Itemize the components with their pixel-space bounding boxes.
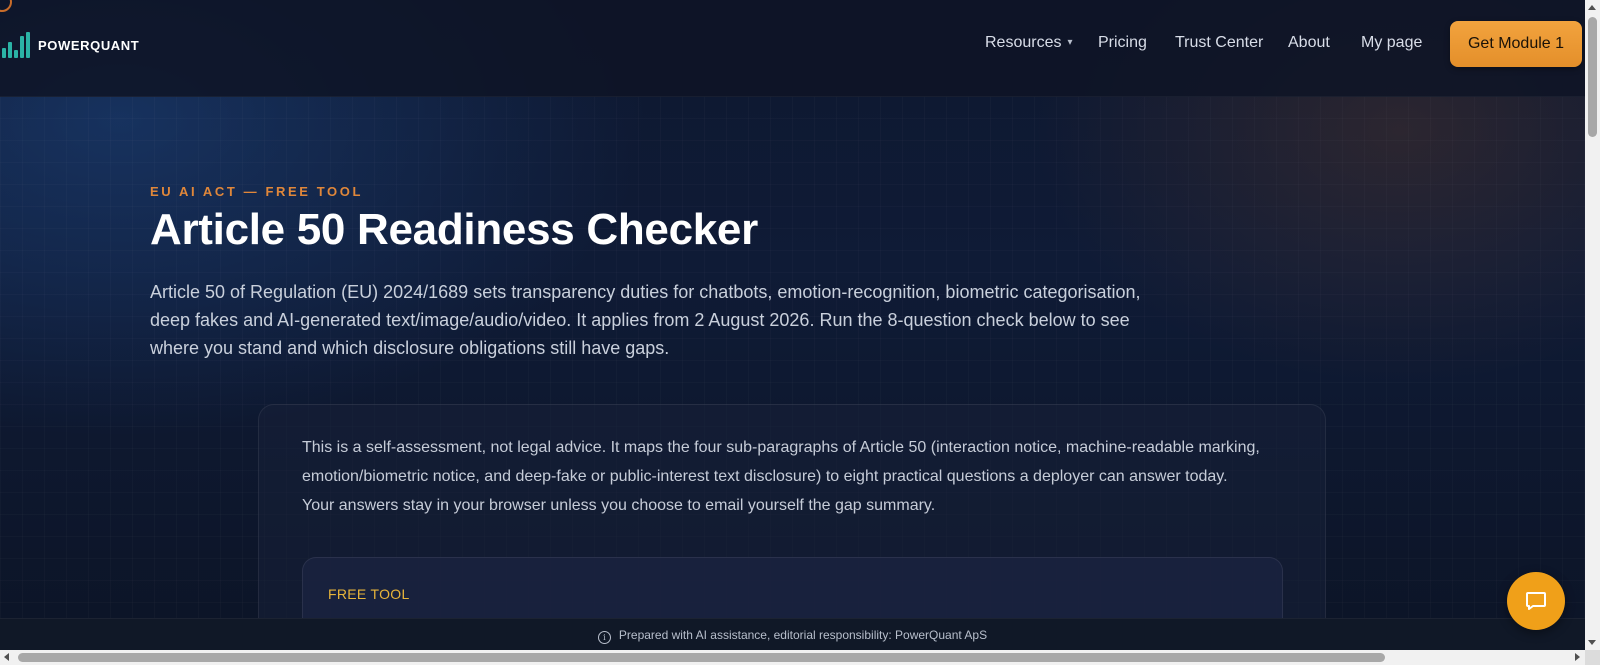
main-nav: Resources ▾ Pricing Trust Center About My…: [0, 34, 1585, 54]
notice-text: Prepared with AI assistance, editorial r…: [618, 628, 988, 642]
horizontal-scroll-thumb[interactable]: [18, 653, 1385, 662]
card-intro-text: This is a self-assessment, not legal adv…: [302, 439, 1260, 514]
scroll-right-arrow-icon[interactable]: [1575, 653, 1580, 661]
scrollbar-corner: [1585, 650, 1600, 665]
vertical-scroll-thumb[interactable]: [1588, 17, 1597, 137]
hero-lead: Article 50 of Regulation (EU) 2024/1689 …: [150, 282, 1141, 358]
chat-bubble-icon: [1526, 592, 1546, 610]
ai-disclosure-notice: i Prepared with AI assistance, editorial …: [0, 618, 1585, 651]
nav-item-about[interactable]: About: [1288, 34, 1330, 52]
nav-item-pricing[interactable]: Pricing: [1098, 34, 1147, 52]
scroll-left-arrow-icon[interactable]: [4, 653, 9, 661]
nav-item-label: Resources: [985, 34, 1062, 51]
scroll-down-arrow-icon[interactable]: [1588, 640, 1596, 645]
free-tool-badge: FREE TOOL: [328, 586, 410, 602]
nav-item-my-page[interactable]: My page: [1361, 34, 1422, 52]
hero-eyebrow: EU AI ACT — FREE TOOL: [150, 184, 364, 199]
nav-item-trust-center[interactable]: Trust Center: [1175, 34, 1263, 52]
horizontal-scrollbar[interactable]: [0, 650, 1600, 665]
corner-indicator-icon: [0, 0, 12, 12]
chat-button[interactable]: [1507, 572, 1565, 630]
caret-down-icon: ▾: [1067, 37, 1073, 48]
info-icon: i: [597, 631, 611, 644]
site-header: POWERQUANT Resources ▾ Pricing Trust Cent…: [0, 0, 1585, 97]
scroll-up-arrow-icon[interactable]: [1588, 5, 1596, 10]
get-module-button[interactable]: Get Module 1: [1450, 21, 1582, 67]
vertical-scrollbar[interactable]: [1585, 0, 1600, 650]
nav-item-resources[interactable]: Resources ▾: [985, 34, 1073, 52]
page-title: Article 50 Readiness Checker: [150, 205, 758, 254]
